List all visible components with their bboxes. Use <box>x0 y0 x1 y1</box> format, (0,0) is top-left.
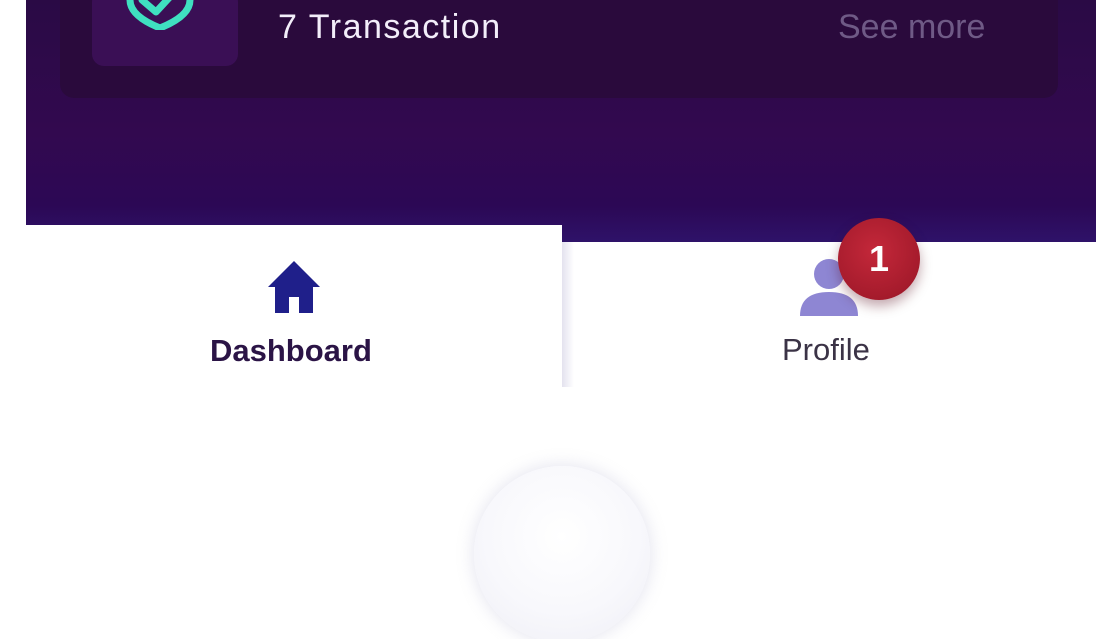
tab-profile-label: Profile <box>782 332 870 367</box>
home-button[interactable] <box>474 466 650 639</box>
tab-dashboard[interactable]: Dashboard <box>26 225 562 387</box>
transaction-count: 7 Transaction <box>278 8 502 46</box>
home-icon <box>268 261 320 313</box>
tab-dashboard-label: Dashboard <box>210 333 372 368</box>
app-screen: 7 Transaction See more Dashboard Profile… <box>0 0 1112 639</box>
card-icon-box <box>92 0 238 66</box>
see-more-link[interactable]: See more <box>838 8 985 47</box>
shield-check-icon <box>126 0 194 30</box>
tab-profile[interactable]: Profile <box>562 242 1096 387</box>
notification-badge: 1 <box>838 218 920 300</box>
